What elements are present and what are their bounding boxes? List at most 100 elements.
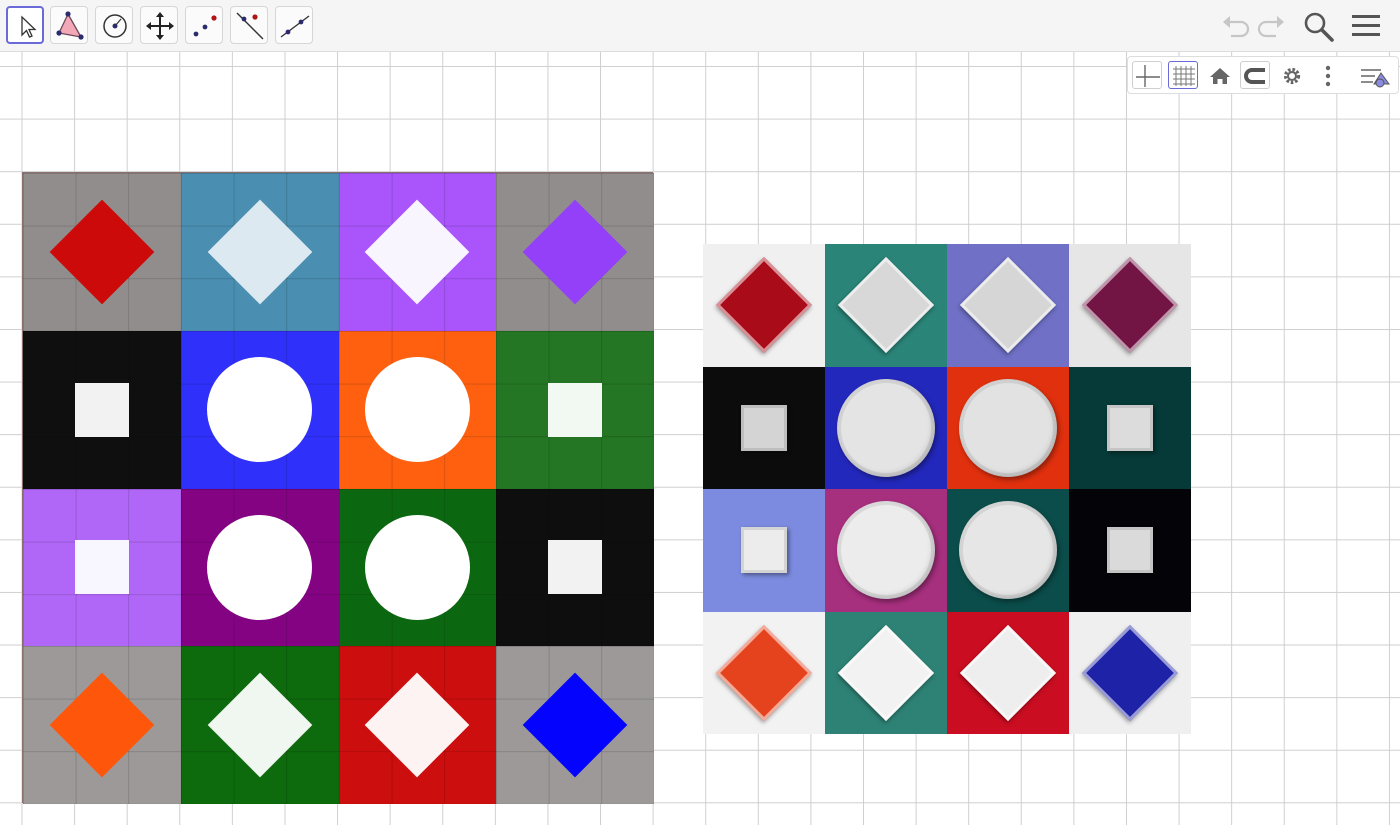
model-square-shape[interactable] (74, 540, 129, 595)
photo-tile-r1-c1[interactable] (703, 244, 825, 367)
photo-tile-r2-c1[interactable] (703, 366, 825, 489)
photo-tile-r2-c3[interactable] (947, 366, 1069, 489)
model-diamond-shape[interactable] (207, 199, 312, 305)
model-tile-r4-c3[interactable] (338, 646, 497, 804)
line-tool-button[interactable] (275, 6, 313, 44)
search-icon[interactable] (1302, 10, 1336, 44)
menu-icon[interactable] (1350, 10, 1382, 42)
photo-tile-r3-c2[interactable] (825, 489, 947, 612)
move-graphics-view-tool-button[interactable] (140, 6, 178, 44)
reference-photo[interactable] (703, 244, 1191, 734)
model-tile-r3-c4[interactable] (496, 488, 654, 647)
photo-diamond-shape[interactable] (837, 624, 935, 721)
perpendicular-icon (236, 12, 264, 40)
photo-tile-r4-c2[interactable] (825, 611, 947, 734)
photo-tile-r2-c4[interactable] (1069, 366, 1191, 489)
model-tile-r3-c3[interactable] (338, 488, 497, 647)
algebra-toggle-icon (1361, 69, 1390, 88)
photo-square-shape[interactable] (1107, 527, 1153, 574)
photo-circle-shape[interactable] (837, 501, 935, 600)
photo-square-shape[interactable] (741, 404, 787, 451)
model-diamond-shape[interactable] (365, 199, 470, 305)
settings-button[interactable] (1276, 61, 1306, 89)
photo-square-shape[interactable] (741, 527, 787, 574)
photo-tile-r4-c1[interactable] (703, 611, 825, 734)
model-square-shape[interactable] (548, 382, 603, 437)
model-diamond-shape[interactable] (207, 672, 312, 778)
model-tile-r1-c4[interactable] (496, 173, 654, 331)
model-tile-r1-c1[interactable] (23, 173, 181, 331)
perpendicular-line-tool-button[interactable] (230, 6, 268, 44)
style-bar (1127, 56, 1399, 94)
model-polygon-grid (22, 172, 654, 804)
model-tile-r4-c2[interactable] (180, 646, 339, 804)
model-tile-r2-c4[interactable] (496, 330, 654, 489)
point-capturing-button[interactable] (1240, 61, 1270, 89)
photo-tile-r4-c3[interactable] (947, 611, 1069, 734)
undo-icon[interactable] (1219, 10, 1251, 42)
photo-circle-shape[interactable] (959, 501, 1057, 600)
point-tool-button[interactable] (185, 6, 223, 44)
model-square-shape[interactable] (74, 382, 129, 437)
move-arrows-icon (146, 12, 174, 40)
settings-icon (1283, 67, 1301, 85)
home-button[interactable] (1204, 61, 1234, 89)
photo-diamond-shape[interactable] (715, 257, 813, 354)
model-circle-shape[interactable] (364, 357, 470, 463)
polygon-tool-button[interactable] (50, 6, 88, 44)
home-icon (1210, 68, 1230, 84)
model-circle-shape[interactable] (207, 514, 313, 620)
photo-square-shape[interactable] (1107, 404, 1153, 451)
model-tile-r3-c1[interactable] (23, 488, 181, 647)
photo-diamond-shape[interactable] (715, 624, 813, 721)
move-tool-button[interactable] (6, 6, 44, 44)
line-icon (280, 15, 310, 38)
toolbar (0, 0, 1400, 52)
redo-icon[interactable] (1256, 10, 1288, 42)
model-diamond-shape[interactable] (522, 672, 628, 778)
circle-tool-button[interactable] (95, 6, 133, 44)
model-diamond-shape[interactable] (365, 672, 470, 778)
model-diamond-shape[interactable] (522, 199, 628, 305)
photo-tile-r3-c3[interactable] (947, 489, 1069, 612)
photo-diamond-shape[interactable] (959, 257, 1057, 354)
photo-tile-r1-c2[interactable] (825, 244, 947, 367)
photo-tile-r3-c1[interactable] (703, 489, 825, 612)
points-icon (193, 15, 217, 37)
photo-diamond-shape[interactable] (1081, 624, 1179, 721)
more-vertical-icon (1325, 65, 1331, 87)
model-diamond-shape[interactable] (49, 199, 155, 305)
photo-circle-shape[interactable] (837, 378, 935, 477)
photo-tile-r1-c4[interactable] (1069, 244, 1191, 367)
model-tile-r1-c3[interactable] (338, 173, 497, 331)
model-tile-r4-c1[interactable] (23, 646, 181, 804)
arrow-cursor-icon (21, 15, 37, 38)
photo-tile-r2-c2[interactable] (825, 366, 947, 489)
model-diamond-shape[interactable] (49, 672, 155, 778)
model-circle-shape[interactable] (207, 357, 313, 463)
photo-tile-r3-c4[interactable] (1069, 489, 1191, 612)
more-options-button[interactable] (1312, 61, 1342, 89)
axes-toggle-icon (1136, 65, 1160, 87)
grid-toggle-button[interactable] (1168, 61, 1198, 89)
axes-toggle-button[interactable] (1132, 61, 1162, 89)
photo-diamond-shape[interactable] (837, 257, 935, 354)
model-square-shape[interactable] (548, 540, 603, 595)
photo-circle-shape[interactable] (959, 378, 1057, 477)
grid-toggle-icon (1173, 66, 1195, 86)
photo-diamond-shape[interactable] (959, 624, 1057, 721)
circle-center-icon (103, 14, 127, 38)
model-tile-r1-c2[interactable] (180, 173, 339, 331)
photo-diamond-shape[interactable] (1081, 257, 1179, 354)
photo-tile-r1-c3[interactable] (947, 244, 1069, 367)
model-circle-shape[interactable] (364, 514, 470, 620)
model-tile-r2-c2[interactable] (180, 330, 339, 489)
polygon-icon (56, 11, 84, 40)
photo-tile-r4-c4[interactable] (1069, 611, 1191, 734)
model-tile-r4-c4[interactable] (496, 646, 654, 804)
model-tile-r2-c3[interactable] (338, 330, 497, 489)
algebra-toggle-button[interactable] (1358, 61, 1390, 89)
model-tile-r3-c2[interactable] (180, 488, 339, 647)
model-tile-r2-c1[interactable] (23, 330, 181, 489)
point-capturing-icon (1244, 68, 1265, 84)
